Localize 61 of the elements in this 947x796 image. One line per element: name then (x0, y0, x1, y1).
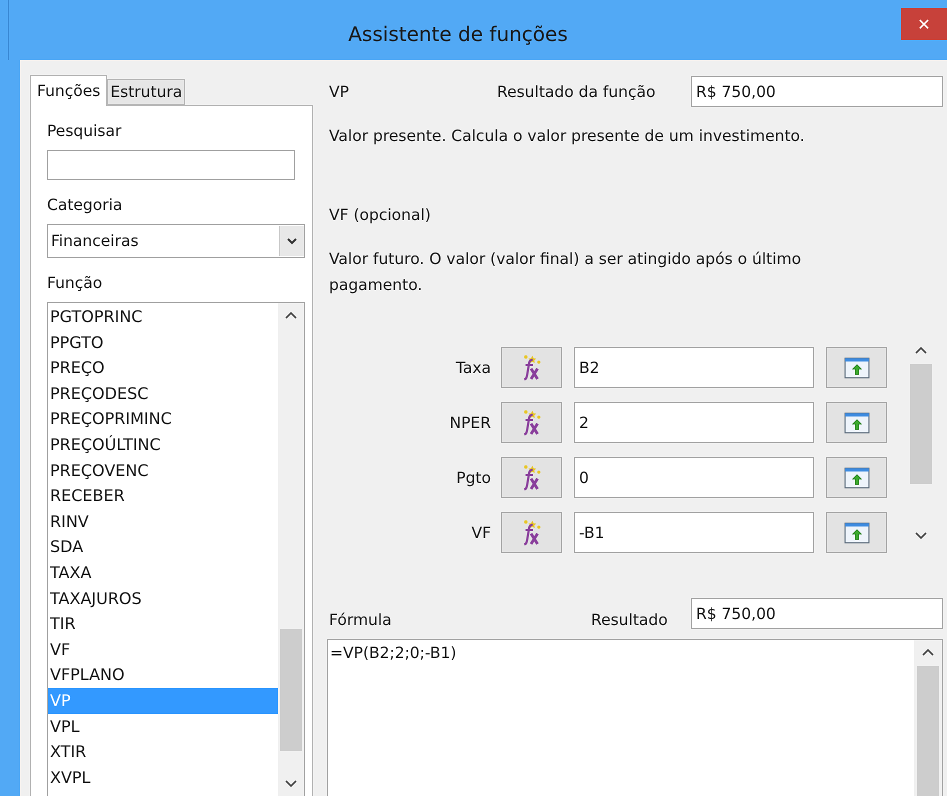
select-range-button[interactable] (826, 402, 887, 443)
function-description: Valor presente. Calcula o valor presente de um investimento. (329, 127, 806, 147)
function-item[interactable]: PREÇODESC (48, 380, 278, 406)
formula-field[interactable]: =VP(B2;2;0;-B1) (327, 639, 943, 796)
function-item[interactable]: PREÇOÚLTINC (48, 432, 278, 458)
function-result-label: Resultado da função (497, 82, 657, 100)
window-title: Assistente de funções (348, 22, 568, 46)
function-item[interactable]: TAXA (48, 560, 278, 586)
function-item[interactable]: VFPLANO (48, 662, 278, 688)
function-item[interactable]: PGTOPRINC (48, 304, 278, 330)
argument-label: Taxa (454, 358, 492, 376)
argument-field[interactable]: B2 (574, 347, 814, 388)
function-item[interactable]: RECEBER (48, 483, 278, 509)
select-range-button[interactable] (826, 512, 887, 553)
argument-label: NPER (448, 414, 492, 432)
function-item[interactable]: TIR (48, 611, 278, 637)
argument-description: Valor futuro. O valor (valor final) a ser atingido após o último pagamento. (329, 249, 802, 296)
fx-icon (522, 354, 540, 380)
result-field[interactable]: R$ 750,00 (691, 598, 943, 629)
result-label: Resultado (591, 611, 669, 629)
tab[interactable]: Funções (30, 75, 108, 106)
function-wizard-button[interactable] (501, 402, 562, 443)
argument-field[interactable]: -B1 (574, 512, 814, 553)
function-label: Função (47, 273, 104, 294)
category-label: Categoria (47, 195, 124, 216)
function-result-field[interactable]: R$ 750,00 (691, 76, 943, 107)
chevron-down-icon (279, 226, 304, 256)
argument-field[interactable]: 2 (574, 402, 814, 443)
argument-field[interactable]: 0 (574, 457, 814, 498)
function-wizard-button[interactable] (501, 347, 562, 388)
function-item[interactable]: RINV (48, 508, 278, 534)
function-wizard-button[interactable] (501, 457, 562, 498)
scrollbar[interactable] (278, 303, 304, 796)
function-item[interactable]: PPGTO (48, 330, 278, 356)
function-item[interactable]: TAXAJUROS (48, 586, 278, 612)
function-item[interactable]: PREÇO (48, 355, 278, 381)
tab[interactable]: Estrutura (107, 79, 186, 105)
argument-label: VF (470, 524, 492, 542)
function-item[interactable]: PREÇOVENC (48, 458, 278, 484)
function-name: VP (329, 82, 350, 100)
function-item[interactable]: VF (48, 636, 278, 662)
fx-icon (522, 520, 540, 546)
function-item[interactable]: VPL (48, 714, 278, 740)
argument-label: Pgto (455, 468, 492, 486)
fx-icon (522, 410, 540, 436)
function-item[interactable]: XVPL (48, 764, 278, 790)
function-item[interactable]: SDA (48, 534, 278, 560)
formula-label: Fórmula (329, 611, 393, 629)
search-label: Pesquisar (47, 121, 122, 142)
scrollbar-thumb[interactable] (910, 364, 932, 484)
function-wizard-button[interactable] (501, 512, 562, 553)
select-range-button[interactable] (826, 347, 887, 388)
function-item[interactable]: PREÇOPRIMINC (48, 406, 278, 432)
select-range-button[interactable] (826, 457, 887, 498)
close-button[interactable]: ✕ (901, 8, 947, 40)
scrollbar-thumb[interactable] (280, 629, 302, 751)
category-dropdown[interactable]: Financeiras (47, 224, 305, 258)
search-field[interactable] (47, 150, 295, 180)
argument-title: VF (opcional) (329, 206, 432, 224)
function-item[interactable]: XTIR (48, 739, 278, 765)
fx-icon (522, 464, 540, 490)
